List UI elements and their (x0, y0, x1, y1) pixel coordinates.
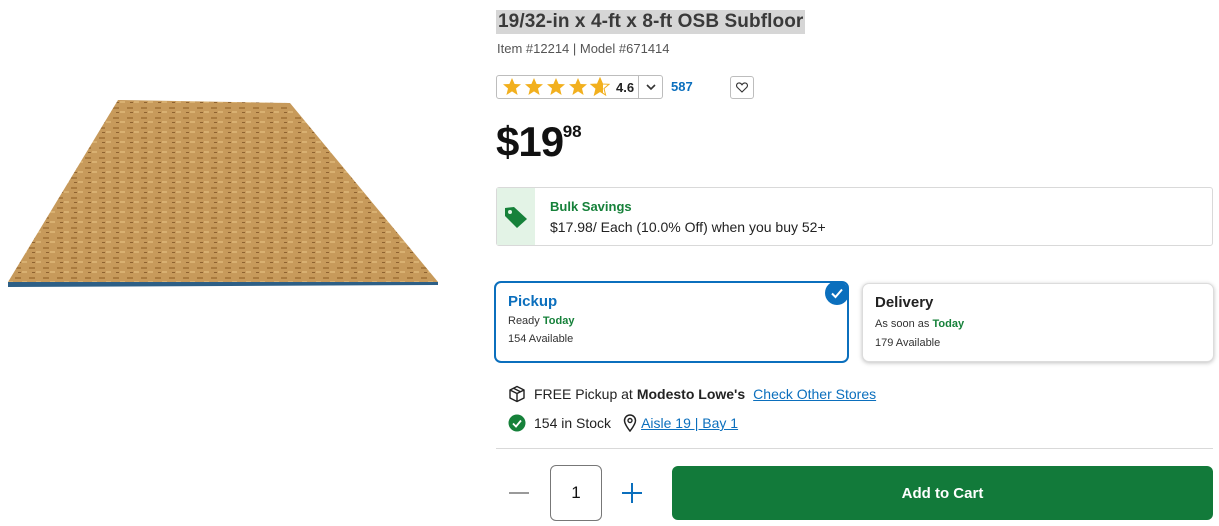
rating-divider (638, 76, 639, 98)
half-star-icon (590, 77, 610, 97)
quantity-increase-button[interactable] (620, 481, 644, 505)
bulk-savings-banner: Bulk Savings $17.98/ Each (10.0% Off) wh… (496, 187, 1213, 246)
stock-count: 154 in Stock (534, 415, 612, 431)
plus-icon (622, 483, 642, 503)
pickup-option-card[interactable]: Pickup Ready Today 154 Available (494, 281, 849, 363)
pickup-available: 154 Available (508, 333, 574, 345)
box-icon (509, 385, 525, 403)
add-to-cart-button[interactable]: Add to Cart (672, 466, 1213, 520)
bulk-savings-title: Bulk Savings (550, 199, 632, 214)
pickup-ready-prefix: Ready (508, 315, 543, 327)
divider (496, 448, 1213, 449)
delivery-eta-prefix: As soon as (875, 318, 933, 330)
bulk-icon-area (497, 188, 535, 245)
delivery-title: Delivery (875, 294, 934, 311)
check-other-stores-link[interactable]: Check Other Stores (753, 386, 876, 402)
product-image[interactable] (0, 95, 445, 295)
delivery-option-card[interactable]: Delivery As soon as Today 179 Available (862, 283, 1214, 362)
item-model-number: Item #12214 | Model #671414 (497, 41, 670, 56)
minus-icon (509, 492, 529, 494)
aisle-location-link[interactable]: Aisle 19 | Bay 1 (641, 415, 738, 431)
product-title: 19/32-in x 4-ft x 8-ft OSB Subfloor (496, 10, 806, 34)
heart-icon (736, 82, 748, 93)
pickup-ready-line: Ready Today (508, 315, 574, 327)
in-stock-check-icon (508, 414, 526, 432)
price-tag-icon (505, 206, 527, 228)
bulk-savings-description: $17.98/ Each (10.0% Off) when you buy 52… (550, 219, 826, 235)
price-cents: .98 (558, 122, 582, 141)
quantity-decrease-button[interactable] (507, 483, 531, 503)
favorite-button[interactable] (730, 76, 754, 99)
price-dollars: $19 (496, 118, 564, 165)
pickup-title: Pickup (508, 293, 558, 310)
selected-check-icon (825, 281, 849, 305)
delivery-available: 179 Available (875, 337, 941, 349)
delivery-eta-line: As soon as Today (875, 318, 964, 330)
location-pin-icon (623, 414, 637, 432)
star-icon (569, 78, 587, 95)
stock-line: 154 in Stock Aisle 19 | Bay 1 (508, 414, 738, 432)
store-pickup-line: FREE Pickup at Modesto Lowe's Check Othe… (508, 385, 876, 403)
star-icon (503, 78, 521, 95)
star-icon (547, 78, 565, 95)
star-rating (502, 77, 610, 97)
review-count-link[interactable]: 587 (671, 79, 693, 94)
pickup-ready-when: Today (542, 315, 575, 327)
delivery-eta-when: Today (932, 318, 965, 330)
star-icon (525, 78, 543, 95)
rating-value: 4.6 (616, 79, 635, 95)
pickup-prefix: FREE Pickup at (534, 386, 633, 402)
chevron-down-icon[interactable] (644, 80, 658, 94)
quantity-input[interactable]: 1 (550, 465, 602, 521)
rating-dropdown[interactable]: 4.6 (496, 75, 663, 99)
price: $19 .98 (496, 118, 582, 166)
store-name: Modesto Lowe's (636, 386, 746, 402)
